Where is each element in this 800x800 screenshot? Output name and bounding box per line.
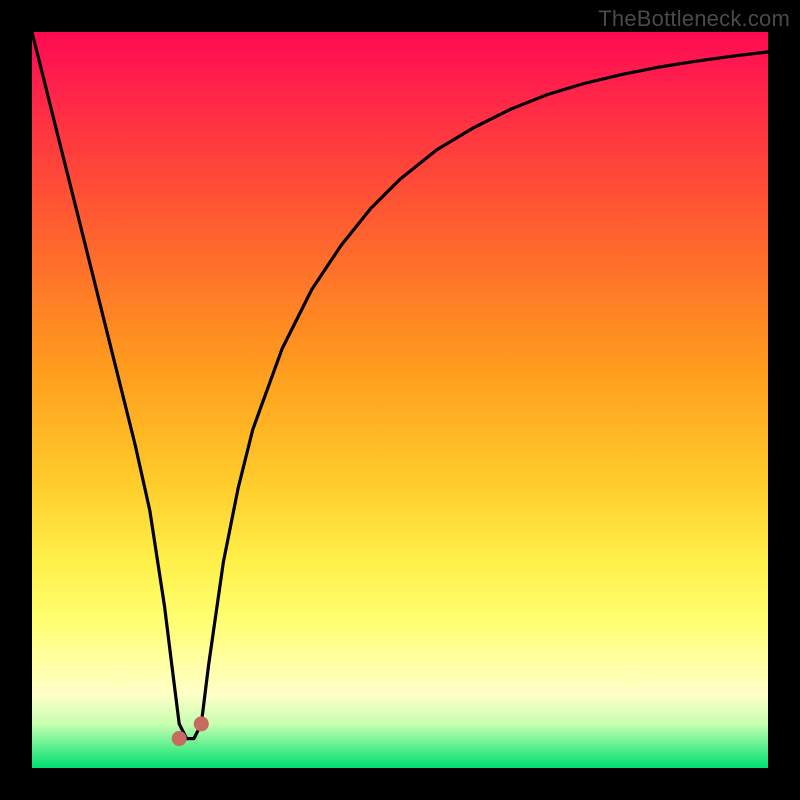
plot-area bbox=[32, 32, 768, 768]
min-marker-right bbox=[194, 717, 208, 731]
bottleneck-curve bbox=[32, 32, 768, 739]
watermark-text: TheBottleneck.com bbox=[598, 6, 790, 32]
bottleneck-curve-svg bbox=[32, 32, 768, 768]
chart-frame: TheBottleneck.com bbox=[0, 0, 800, 800]
min-marker-left bbox=[172, 732, 186, 746]
